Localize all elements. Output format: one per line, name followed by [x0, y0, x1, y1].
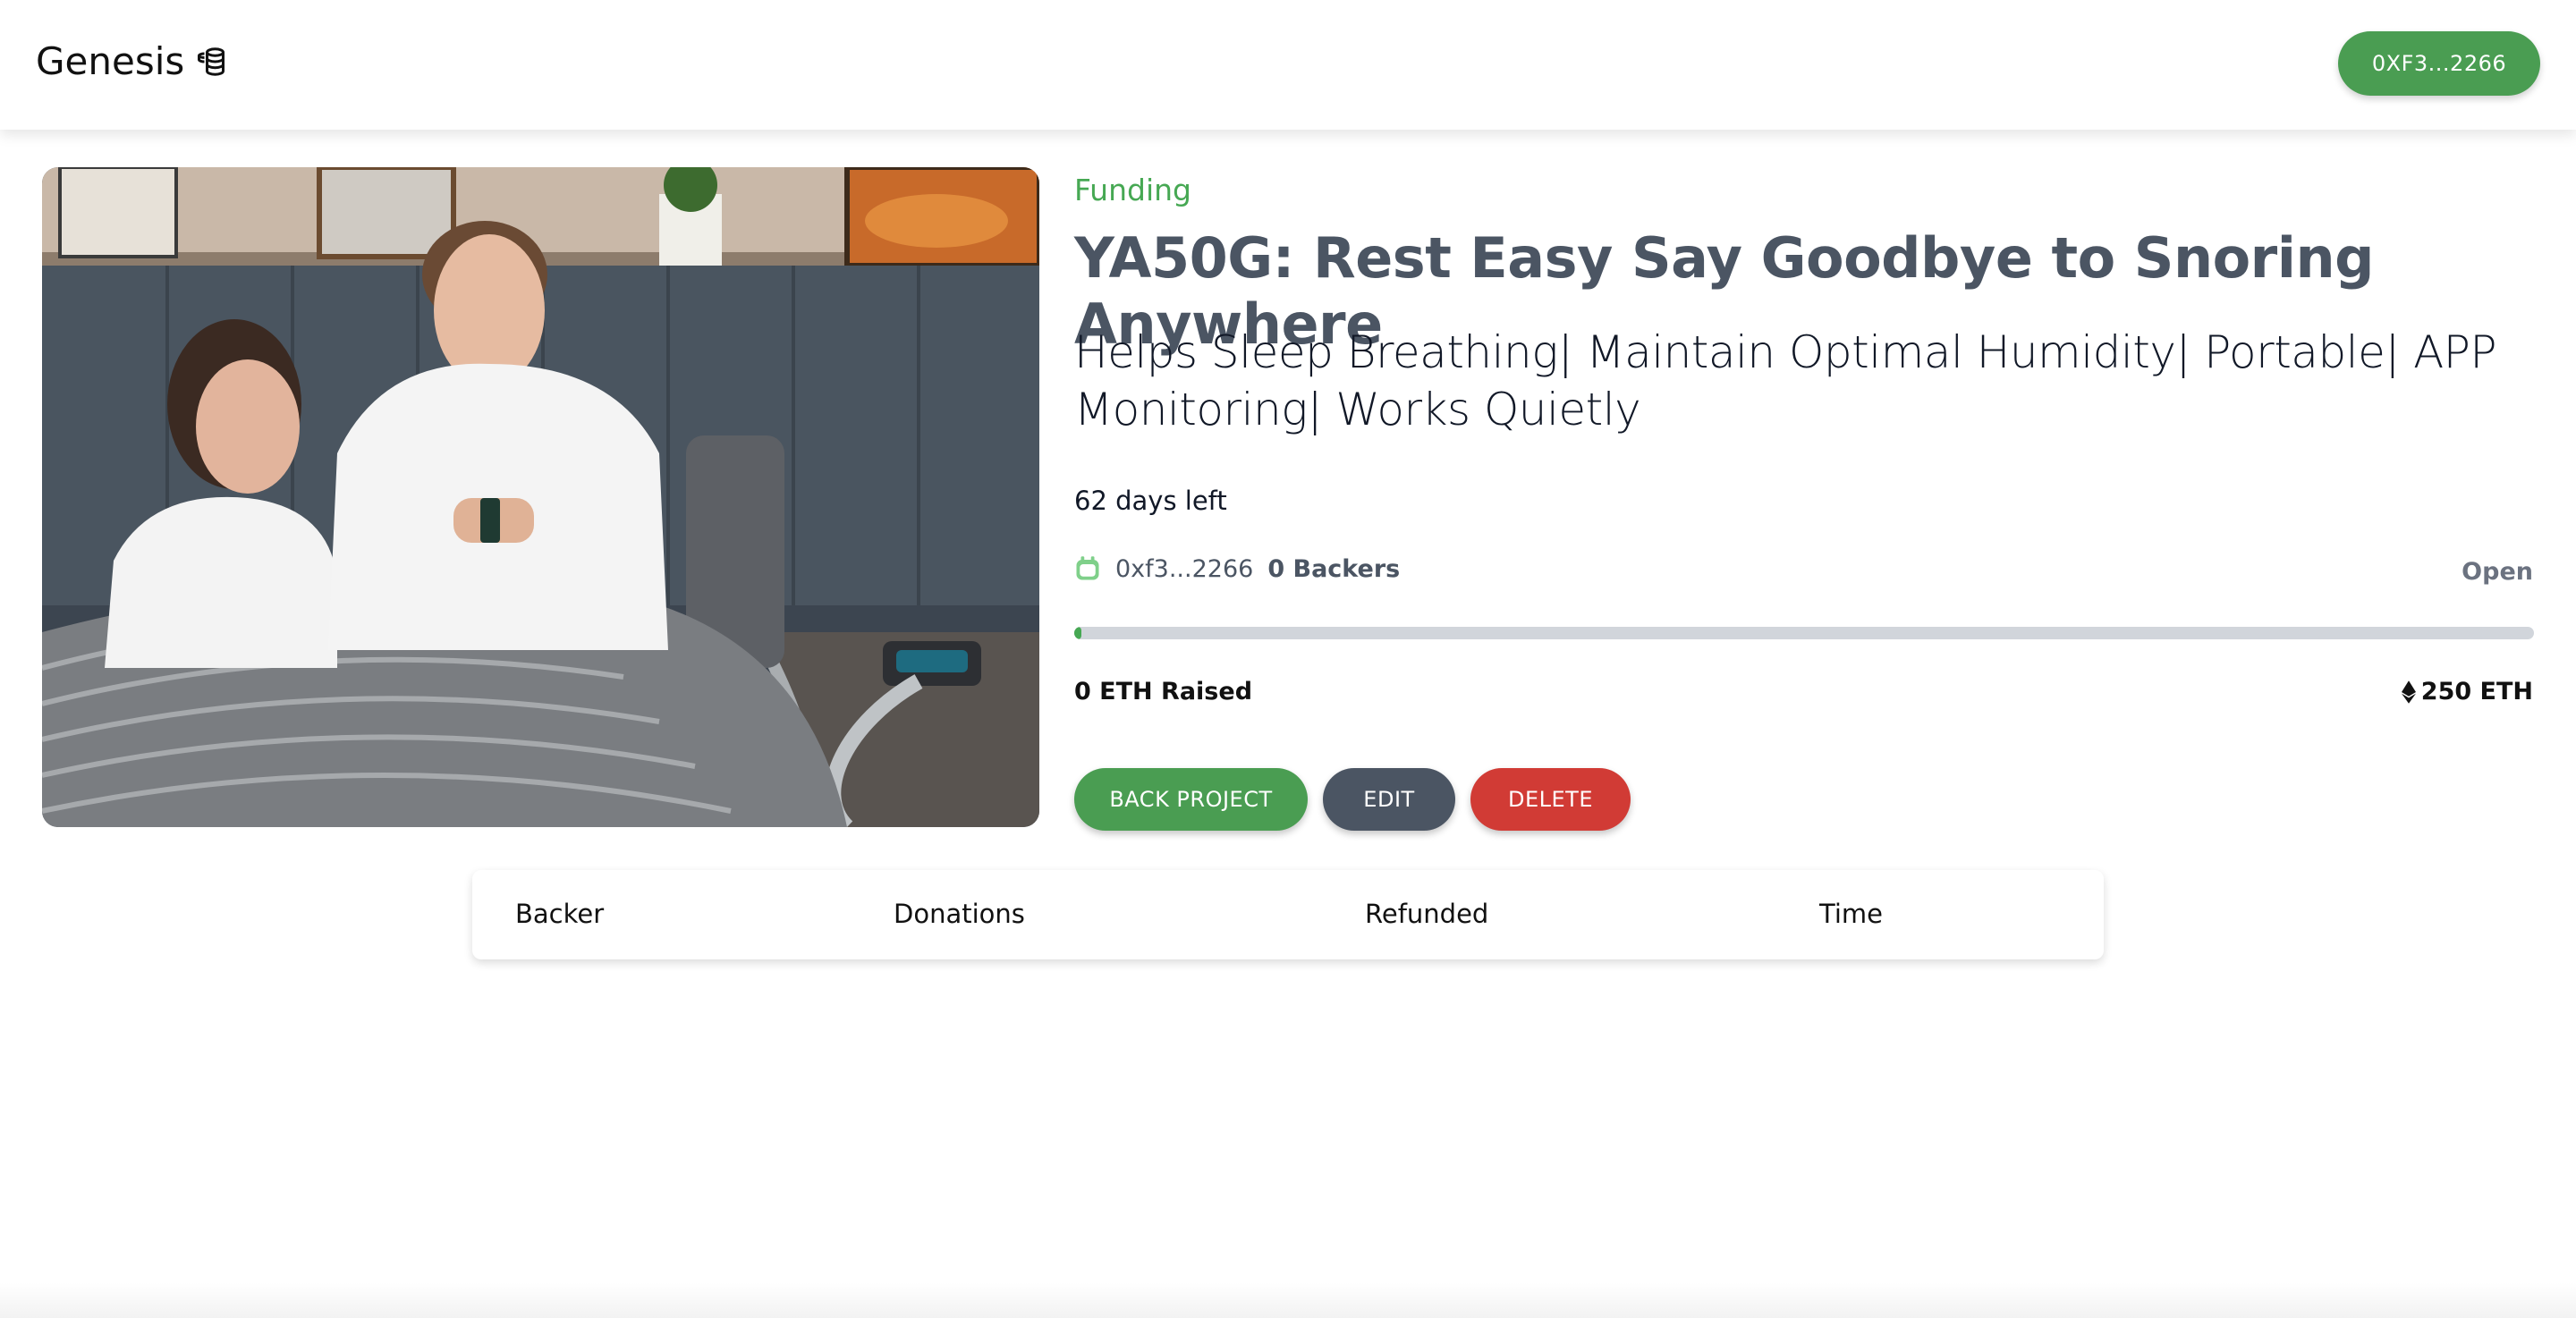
funding-progress-bar — [1074, 627, 2534, 639]
column-header-time[interactable]: Time — [1819, 899, 1883, 929]
page-bottom-shade — [0, 1282, 2576, 1318]
app-header: Genesis 0XF3...2266 — [0, 0, 2576, 130]
project-subtitle: Helps Sleep Breathing| Maintain Optimal … — [1074, 326, 2497, 435]
project-image — [42, 167, 1039, 827]
ethereum-icon — [2401, 680, 2416, 704]
funding-state-badge: Open — [2462, 558, 2533, 586]
backers-count: 0 Backers — [1267, 554, 1401, 583]
funding-progress-fill — [1074, 627, 1082, 639]
project-status: Funding — [1074, 173, 1191, 207]
funding-goal-value: 250 ETH — [2420, 678, 2533, 705]
project-photo — [42, 167, 1039, 827]
back-project-button[interactable]: BACK PROJECT — [1074, 768, 1308, 831]
column-header-donations[interactable]: Donations — [894, 899, 1025, 929]
funding-goal: 250 ETH — [2401, 678, 2533, 705]
days-left: 62 days left — [1074, 486, 1227, 516]
delete-button[interactable]: DELETE — [1470, 768, 1631, 831]
owner-avatar-icon — [1076, 556, 1099, 580]
backers-table: Backer Donations Refunded Time — [472, 870, 2104, 959]
brand-logo[interactable]: Genesis — [36, 39, 227, 83]
edit-button[interactable]: EDIT — [1323, 768, 1455, 831]
coins-icon — [198, 46, 225, 76]
owner-row: 0xf3...2266 0 Backers — [1074, 554, 1400, 583]
column-header-backer[interactable]: Backer — [515, 899, 604, 929]
wallet-address-button[interactable]: 0XF3...2266 — [2338, 31, 2540, 96]
owner-address[interactable]: 0xf3...2266 — [1115, 555, 1253, 583]
column-header-refunded[interactable]: Refunded — [1365, 899, 1488, 929]
project-actions: BACK PROJECT EDIT DELETE — [1074, 768, 1631, 831]
eth-raised: 0 ETH Raised — [1074, 678, 1253, 705]
brand-name: Genesis — [36, 39, 185, 83]
